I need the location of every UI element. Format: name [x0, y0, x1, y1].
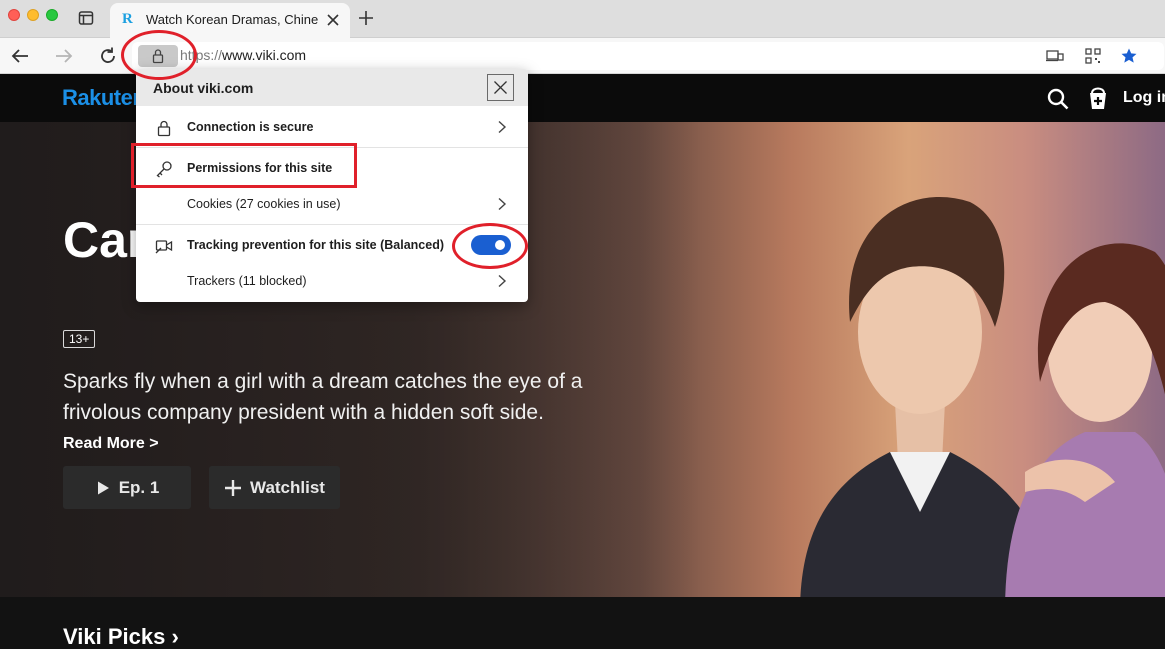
url-host: www.viki.com	[222, 47, 307, 63]
add-watchlist-button[interactable]: Watchlist	[209, 466, 340, 509]
trackers-row[interactable]: Trackers (11 blocked)	[136, 262, 528, 300]
watchlist-label: Watchlist	[250, 477, 325, 497]
tracking-icon	[155, 240, 173, 254]
play-icon	[97, 481, 109, 494]
chevron-right-icon	[498, 120, 507, 134]
reload-icon[interactable]	[96, 44, 120, 68]
favorite-star-icon[interactable]	[1120, 47, 1138, 65]
popup-header: About viki.com	[136, 69, 528, 106]
qr-code-icon[interactable]	[1084, 47, 1102, 65]
chevron-right-icon	[498, 197, 507, 211]
chevron-right-icon	[498, 274, 507, 288]
cup-icon[interactable]	[1086, 85, 1110, 111]
read-more-link[interactable]: Read More >	[63, 435, 159, 453]
viki-picks-heading[interactable]: Viki Picks ›	[63, 624, 179, 649]
close-window-button[interactable]	[8, 9, 20, 21]
annotation-permissions-box	[131, 143, 357, 188]
tab-actions-icon[interactable]	[78, 10, 94, 26]
search-icon[interactable]	[1046, 87, 1070, 111]
play-episode-label: Ep. 1	[118, 477, 160, 497]
zoom-window-button[interactable]	[46, 9, 58, 21]
cookies-row[interactable]: Cookies (27 cookies in use)	[136, 185, 528, 223]
lock-icon	[157, 120, 171, 137]
close-icon[interactable]	[487, 74, 514, 101]
tab-title: Watch Korean Dramas, Chinese Dramas and …	[146, 12, 318, 27]
popup-title: About viki.com	[153, 80, 254, 96]
rating-badge: 13+	[63, 330, 96, 348]
app-available-icon[interactable]	[1046, 47, 1064, 65]
cookies-label: Cookies (27 cookies in use)	[187, 197, 341, 211]
hero-image-actress	[1005, 243, 1165, 597]
connection-secure-label: Connection is secure	[187, 120, 314, 134]
login-link[interactable]: Log in	[1123, 89, 1165, 107]
plus-icon	[225, 479, 242, 496]
annotation-lock-circle	[121, 30, 197, 80]
play-episode-button[interactable]: Ep. 1	[63, 466, 191, 509]
annotation-toggle-circle	[452, 223, 528, 269]
viki-picks-section: Viki Picks ›	[0, 597, 1165, 649]
new-tab-icon[interactable]	[357, 9, 375, 27]
trackers-label: Trackers (11 blocked)	[187, 274, 307, 288]
address-bar[interactable]: https://www.viki.com	[132, 42, 1164, 70]
tracking-prevention-label: Tracking prevention for this site (Balan…	[187, 238, 445, 252]
divider	[136, 224, 528, 225]
rakuten-viki-logo[interactable]: Rakuten	[62, 85, 146, 111]
close-tab-icon[interactable]	[324, 11, 342, 29]
back-icon[interactable]	[8, 44, 32, 68]
viki-favicon-icon: R	[122, 11, 133, 27]
connection-secure-row[interactable]: Connection is secure	[136, 108, 528, 146]
hero-description: Sparks fly when a girl with a dream catc…	[63, 370, 583, 424]
url-text[interactable]: https://www.viki.com	[180, 47, 306, 63]
forward-icon[interactable]	[52, 44, 76, 68]
browser-window: R Watch Korean Dramas, Chinese Dramas an…	[0, 0, 1165, 649]
minimize-window-button[interactable]	[27, 9, 39, 21]
